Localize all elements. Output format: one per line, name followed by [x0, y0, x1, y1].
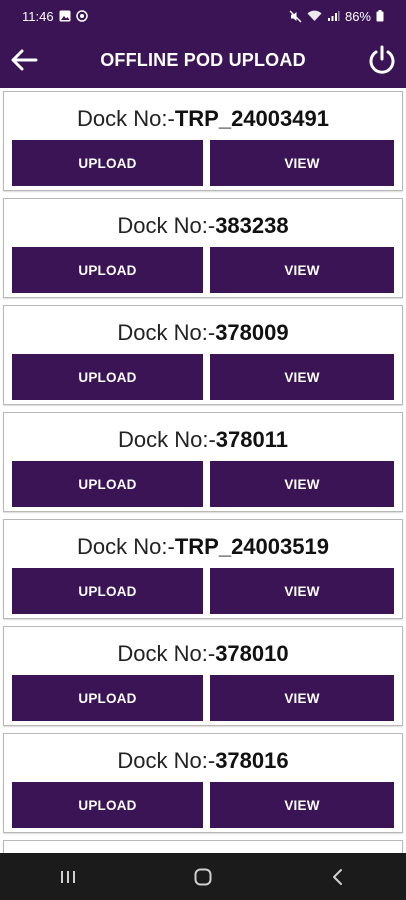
upload-button[interactable]: UPLOAD — [12, 675, 203, 721]
dock-number: 378010 — [215, 641, 289, 666]
upload-button[interactable]: UPLOAD — [12, 568, 203, 614]
home-icon — [194, 868, 212, 885]
dock-number-label: Dock No:-TRP_24003491 — [77, 106, 329, 131]
view-button[interactable]: VIEW — [210, 461, 394, 507]
pod-list[interactable]: Dock No:-TRP_24003491 UPLOAD VIEW Dock N… — [0, 88, 406, 853]
dock-number-label: Dock No:-378010 — [117, 641, 289, 666]
battery-percent: 86% — [344, 8, 371, 24]
recent-apps-button[interactable] — [38, 857, 98, 897]
wifi-icon — [307, 10, 322, 22]
back-nav-button[interactable] — [308, 857, 368, 897]
view-button[interactable]: VIEW — [210, 782, 394, 828]
dock-number: TRP_24003519 — [174, 534, 329, 559]
dock-number: 378011 — [215, 427, 288, 452]
status-time: 11:46 — [22, 8, 54, 24]
list-item: Dock No:-TRP_24003519 UPLOAD VIEW — [3, 519, 403, 619]
power-icon — [369, 45, 395, 74]
list-item: Dock No:-378009 UPLOAD VIEW — [3, 305, 403, 405]
upload-button[interactable]: UPLOAD — [12, 782, 203, 828]
app-bar: OFFLINE POD UPLOAD — [0, 32, 406, 88]
dock-number: 378009 — [215, 320, 289, 345]
sync-icon — [75, 10, 88, 22]
gallery-icon — [59, 10, 71, 22]
recent-apps-icon — [60, 870, 75, 883]
view-button[interactable]: VIEW — [210, 140, 394, 186]
view-button[interactable]: VIEW — [210, 354, 394, 400]
dock-number-label: Dock No:-383238 — [117, 213, 289, 238]
system-nav-bar — [0, 853, 406, 900]
dock-number: 378016 — [215, 748, 289, 773]
upload-button[interactable]: UPLOAD — [12, 354, 203, 400]
dock-number-label: Dock No:-378009 — [117, 320, 289, 345]
mute-icon — [289, 10, 302, 23]
power-button[interactable] — [364, 42, 400, 78]
page-title: OFFLINE POD UPLOAD — [100, 50, 306, 70]
chevron-left-icon — [333, 868, 343, 885]
dock-number: 383238 — [215, 213, 289, 238]
signal-icon — [327, 10, 340, 22]
upload-button[interactable]: UPLOAD — [12, 247, 203, 293]
list-item: Dock No:-383238 UPLOAD VIEW — [3, 198, 403, 298]
list-item: Dock No:-378016 UPLOAD VIEW — [3, 733, 403, 833]
upload-button[interactable]: UPLOAD — [12, 461, 203, 507]
status-bar: 11:46 86% — [0, 0, 406, 32]
dock-number-label: Dock No:-378016 — [117, 748, 289, 773]
list-item: Dock No:-378010 UPLOAD VIEW — [3, 626, 403, 726]
list-item: Dock No:-TRP_24003491 UPLOAD VIEW — [3, 91, 403, 191]
view-button[interactable]: VIEW — [210, 247, 394, 293]
dock-number: TRP_24003491 — [174, 106, 329, 131]
list-item: Dock No:-378011 UPLOAD VIEW — [3, 412, 403, 512]
home-button[interactable] — [173, 857, 233, 897]
list-item-partial — [3, 840, 403, 853]
battery-icon — [376, 10, 384, 22]
view-button[interactable]: VIEW — [210, 675, 394, 721]
dock-number-label: Dock No:-378011 — [118, 427, 288, 452]
dock-number-label: Dock No:-TRP_24003519 — [77, 534, 329, 559]
upload-button[interactable]: UPLOAD — [12, 140, 203, 186]
view-button[interactable]: VIEW — [210, 568, 394, 614]
